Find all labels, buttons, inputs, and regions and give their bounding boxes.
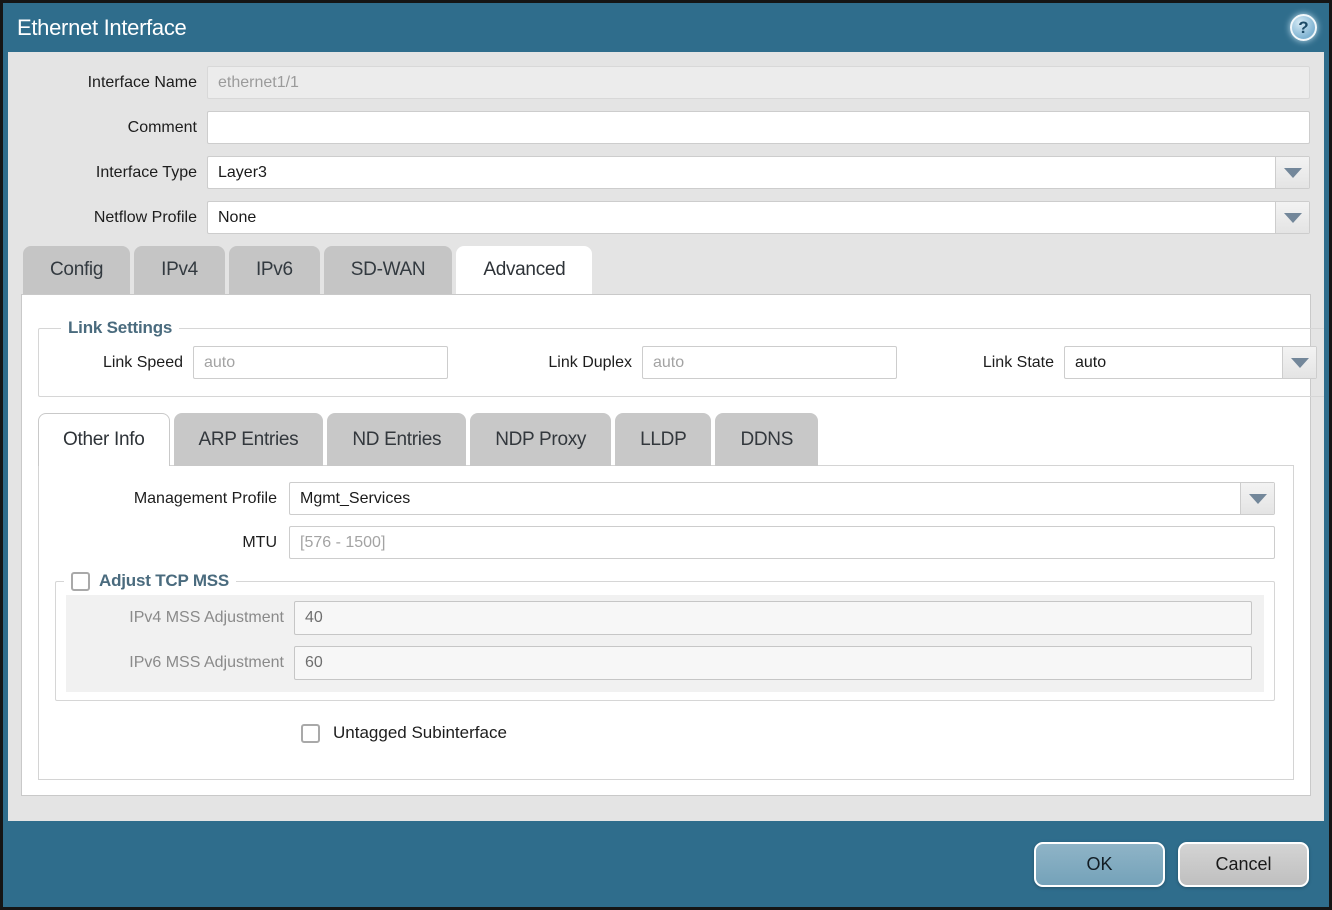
ipv4-mss-input: [294, 601, 1252, 635]
adjust-tcp-mss-fieldset: Adjust TCP MSS IPv4 MSS Adjustment IPv6 …: [55, 571, 1275, 701]
ipv4-mss-label: IPv4 MSS Adjustment: [66, 609, 294, 627]
ok-button[interactable]: OK: [1034, 842, 1165, 887]
dialog-footer: OK Cancel: [3, 821, 1329, 907]
adjust-tcp-mss-legend: Adjust TCP MSS: [64, 571, 236, 591]
link-duplex-label: Link Duplex: [492, 354, 642, 372]
comment-input[interactable]: [207, 111, 1310, 144]
tab-ndp-proxy[interactable]: NDP Proxy: [470, 413, 611, 466]
dialog-title: Ethernet Interface: [17, 15, 186, 41]
link-state-dropdown-trigger[interactable]: [1282, 347, 1316, 378]
link-settings-fieldset: Link Settings Link Speed Link Duplex Lin…: [38, 318, 1324, 397]
top-form: Interface Name Comment Interface Type La…: [8, 66, 1324, 234]
comment-label: Comment: [22, 119, 207, 137]
netflow-profile-row: Netflow Profile None: [22, 201, 1310, 234]
advanced-tab-panel: Link Settings Link Speed Link Duplex Lin…: [21, 294, 1311, 796]
netflow-profile-label: Netflow Profile: [22, 209, 207, 227]
cancel-button[interactable]: Cancel: [1178, 842, 1309, 887]
tab-ipv4[interactable]: IPv4: [134, 246, 225, 294]
tab-advanced[interactable]: Advanced: [456, 246, 592, 294]
ipv4-mss-row: IPv4 MSS Adjustment: [66, 601, 1264, 635]
interface-type-label: Interface Type: [22, 164, 207, 182]
untagged-subinterface-row: Untagged Subinterface: [301, 723, 1275, 743]
tab-config[interactable]: Config: [23, 246, 130, 294]
mtu-input[interactable]: [289, 526, 1275, 559]
management-profile-dropdown-trigger[interactable]: [1240, 483, 1274, 514]
link-speed-label: Link Speed: [53, 354, 193, 372]
interface-name-row: Interface Name: [22, 66, 1310, 99]
ipv6-mss-row: IPv6 MSS Adjustment: [66, 646, 1264, 680]
adjust-tcp-mss-label: Adjust TCP MSS: [99, 571, 229, 591]
untagged-subinterface-label: Untagged Subinterface: [333, 723, 507, 743]
tab-sdwan[interactable]: SD-WAN: [324, 246, 453, 294]
dialog-titlebar: Ethernet Interface ?: [3, 3, 1329, 52]
link-duplex-input[interactable]: [642, 346, 897, 379]
management-profile-row: Management Profile Mgmt_Services: [39, 482, 1275, 515]
link-state-select[interactable]: auto: [1064, 346, 1317, 379]
tab-nd-entries[interactable]: ND Entries: [327, 413, 466, 466]
ipv6-mss-label: IPv6 MSS Adjustment: [66, 654, 294, 672]
interface-type-value: Layer3: [208, 157, 1275, 188]
tab-lldp[interactable]: LLDP: [615, 413, 711, 466]
link-settings-legend: Link Settings: [61, 318, 179, 338]
untagged-subinterface-checkbox[interactable]: [301, 724, 320, 743]
netflow-profile-select[interactable]: None: [207, 201, 1310, 234]
info-tabstrip: Other Info ARP Entries ND Entries NDP Pr…: [38, 413, 1294, 466]
tab-other-info[interactable]: Other Info: [38, 413, 170, 466]
management-profile-value: Mgmt_Services: [290, 483, 1240, 514]
netflow-profile-value: None: [208, 202, 1275, 233]
main-tabstrip: Config IPv4 IPv6 SD-WAN Advanced: [8, 246, 1324, 294]
other-info-panel: Management Profile Mgmt_Services MTU: [38, 465, 1294, 780]
ipv6-mss-input: [294, 646, 1252, 680]
chevron-down-icon: [1284, 168, 1302, 178]
interface-type-row: Interface Type Layer3: [22, 156, 1310, 189]
tab-arp-entries[interactable]: ARP Entries: [174, 413, 324, 466]
chevron-down-icon: [1284, 213, 1302, 223]
dialog-body: Interface Name Comment Interface Type La…: [8, 52, 1324, 821]
management-profile-label: Management Profile: [39, 490, 289, 508]
mss-disabled-panel: IPv4 MSS Adjustment IPv6 MSS Adjustment: [66, 595, 1264, 692]
tab-ddns[interactable]: DDNS: [715, 413, 818, 466]
mtu-label: MTU: [39, 534, 289, 552]
ethernet-interface-dialog: Ethernet Interface ? Interface Name Comm…: [0, 0, 1332, 910]
netflow-profile-dropdown-trigger[interactable]: [1275, 202, 1309, 233]
adjust-tcp-mss-checkbox[interactable]: [71, 572, 90, 591]
link-state-label: Link State: [959, 354, 1064, 372]
chevron-down-icon: [1291, 358, 1309, 368]
chevron-down-icon: [1249, 494, 1267, 504]
link-state-value: auto: [1065, 347, 1282, 378]
interface-type-select[interactable]: Layer3: [207, 156, 1310, 189]
mtu-row: MTU: [39, 526, 1275, 559]
comment-row: Comment: [22, 111, 1310, 144]
link-speed-input[interactable]: [193, 346, 448, 379]
management-profile-select[interactable]: Mgmt_Services: [289, 482, 1275, 515]
interface-name-label: Interface Name: [22, 74, 207, 92]
help-icon[interactable]: ?: [1290, 14, 1317, 41]
interface-type-dropdown-trigger[interactable]: [1275, 157, 1309, 188]
interface-name-input: [207, 66, 1310, 99]
tab-ipv6[interactable]: IPv6: [229, 246, 320, 294]
